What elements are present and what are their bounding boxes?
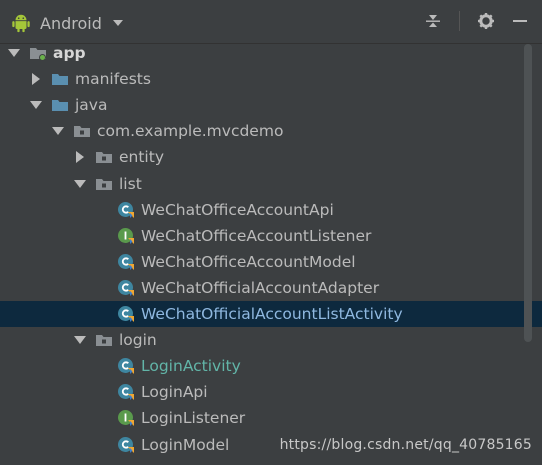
module-folder-icon xyxy=(29,44,47,62)
package-icon xyxy=(95,175,113,193)
class-icon xyxy=(117,201,135,219)
chevron-down-icon[interactable] xyxy=(72,176,88,192)
tree-item[interactable]: entity xyxy=(0,144,542,170)
view-title: Android xyxy=(40,13,102,33)
tree-item-label: app xyxy=(53,44,86,62)
tree-item-label: LoginListener xyxy=(141,409,246,428)
package-icon xyxy=(73,122,91,140)
settings-button[interactable] xyxy=(476,11,496,31)
chevron-down-icon[interactable] xyxy=(28,97,44,113)
tree-item-label: WeChatOfficeAccountListener xyxy=(141,226,372,245)
minimize-icon xyxy=(513,20,527,22)
tree-item[interactable]: LoginApi xyxy=(0,379,542,405)
vertical-scrollbar[interactable] xyxy=(524,44,532,342)
class-icon xyxy=(117,383,135,401)
chevron-down-icon[interactable] xyxy=(6,45,22,61)
tree-item[interactable]: app xyxy=(0,40,542,66)
tree-item[interactable]: manifests xyxy=(0,66,542,92)
class-icon xyxy=(117,436,135,454)
toolbar-divider xyxy=(459,11,460,31)
tree-item-label: WeChatOfficialAccountListActivity xyxy=(141,305,403,323)
chevron-down-icon[interactable] xyxy=(72,332,88,348)
chevron-right-icon[interactable] xyxy=(72,149,88,165)
class-icon xyxy=(117,279,135,297)
collapse-all-button[interactable] xyxy=(423,11,443,31)
tree-item-label: login xyxy=(119,331,157,350)
tree-item[interactable]: WeChatOfficeAccountListener xyxy=(0,223,542,249)
tree-item[interactable]: WeChatOfficeAccountModel xyxy=(0,249,542,275)
tree-item[interactable]: list xyxy=(0,171,542,197)
folder-icon xyxy=(51,70,69,88)
tree-item[interactable]: LoginListener xyxy=(0,405,542,431)
class-icon xyxy=(117,305,135,323)
folder-icon xyxy=(51,96,69,114)
tree-item-label: LoginApi xyxy=(141,383,208,402)
tree-item-label: entity xyxy=(119,148,164,167)
hide-panel-button[interactable] xyxy=(510,11,530,31)
project-toolbar: Android xyxy=(0,0,542,44)
interface-icon xyxy=(117,409,135,427)
tree-item[interactable]: java xyxy=(0,92,542,118)
project-tree: app manifests java com.example.mvcdemo entit… xyxy=(0,40,542,465)
tree-item[interactable]: login xyxy=(0,327,542,353)
android-icon xyxy=(12,14,30,33)
tree-item[interactable]: com.example.mvcdemo xyxy=(0,118,542,144)
package-icon xyxy=(95,148,113,166)
tree-item-label: LoginActivity xyxy=(141,357,241,376)
package-icon xyxy=(95,331,113,349)
tree-item-label: list xyxy=(119,174,142,193)
tree-item[interactable]: WeChatOfficialAccountAdapter xyxy=(0,275,542,301)
tree-item[interactable]: WeChatOfficeAccountApi xyxy=(0,197,542,223)
tree-item-label: WeChatOfficeAccountApi xyxy=(141,200,334,219)
gear-icon xyxy=(478,13,494,29)
tree-item-label: LoginModel xyxy=(141,435,230,454)
chevron-down-icon xyxy=(112,20,123,26)
watermark: https://blog.csdn.net/qq_40785165 xyxy=(279,437,532,453)
chevron-right-icon[interactable] xyxy=(28,71,44,87)
class-icon xyxy=(117,253,135,271)
class-icon xyxy=(117,357,135,375)
interface-icon xyxy=(117,227,135,245)
view-selector[interactable]: Android xyxy=(10,10,124,36)
tree-item[interactable]: WeChatOfficialAccountListActivity xyxy=(0,301,542,327)
chevron-down-icon[interactable] xyxy=(50,123,66,139)
tree-item[interactable]: LoginActivity xyxy=(0,353,542,379)
tree-item-label: manifests xyxy=(75,70,151,89)
tree-item-label: WeChatOfficialAccountAdapter xyxy=(141,278,380,297)
tree-item-label: com.example.mvcdemo xyxy=(97,122,284,141)
tree-item-label: WeChatOfficeAccountModel xyxy=(141,252,356,271)
tree-item-label: java xyxy=(75,96,108,115)
collapse-all-icon xyxy=(426,15,440,27)
